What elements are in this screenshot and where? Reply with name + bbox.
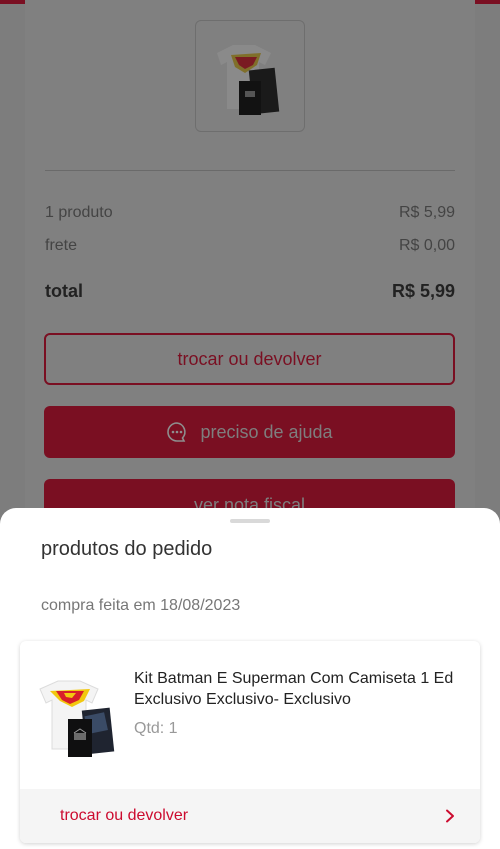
exchange-return-label: trocar ou devolver — [177, 348, 322, 369]
order-summary-card: 1 produto R$ 5,99 frete R$ 0,00 total R$… — [25, 0, 475, 560]
summary-value: R$ 5,99 — [398, 204, 455, 221]
sheet-title: produtos do pedido — [41, 538, 213, 560]
product-image — [217, 45, 280, 115]
chevron-right-icon — [446, 809, 454, 823]
summary-value: R$ 0,00 — [398, 237, 455, 254]
header-accent — [474, 0, 500, 4]
header-accent — [0, 0, 26, 4]
product-thumbnail[interactable] — [195, 20, 305, 132]
exchange-return-row[interactable]: trocar ou devolver — [20, 789, 480, 843]
product-card: Kit Batman E Superman Com Camiseta 1 Ed … — [20, 641, 480, 843]
product-quantity: Qtd: 1 — [134, 720, 178, 737]
exchange-return-button[interactable]: trocar ou devolver — [44, 333, 455, 385]
summary-label: 1 produto — [45, 204, 113, 221]
product-name: Kit Batman E Superman Com Camiseta 1 Ed … — [134, 670, 454, 708]
total-label: total — [45, 281, 83, 301]
exchange-return-link: trocar ou devolver — [60, 807, 189, 824]
help-button[interactable]: preciso de ajuda — [44, 406, 455, 458]
summary-row-products: 1 produto R$ 5,99 — [45, 204, 455, 222]
product-photo — [39, 680, 115, 757]
purchase-date: compra feita em 18/08/2023 — [41, 597, 241, 614]
summary-row-total: total R$ 5,99 — [45, 281, 455, 302]
help-label: preciso de ajuda — [200, 421, 333, 442]
sheet-drag-handle[interactable] — [230, 519, 270, 523]
product-image — [34, 671, 124, 761]
chat-icon — [167, 422, 187, 442]
summary-label: frete — [45, 237, 78, 254]
total-value: R$ 5,99 — [391, 281, 455, 301]
order-products-sheet: produtos do pedido compra feita em 18/08… — [0, 508, 500, 849]
divider — [45, 170, 455, 171]
summary-row-shipping: frete R$ 0,00 — [45, 237, 455, 255]
